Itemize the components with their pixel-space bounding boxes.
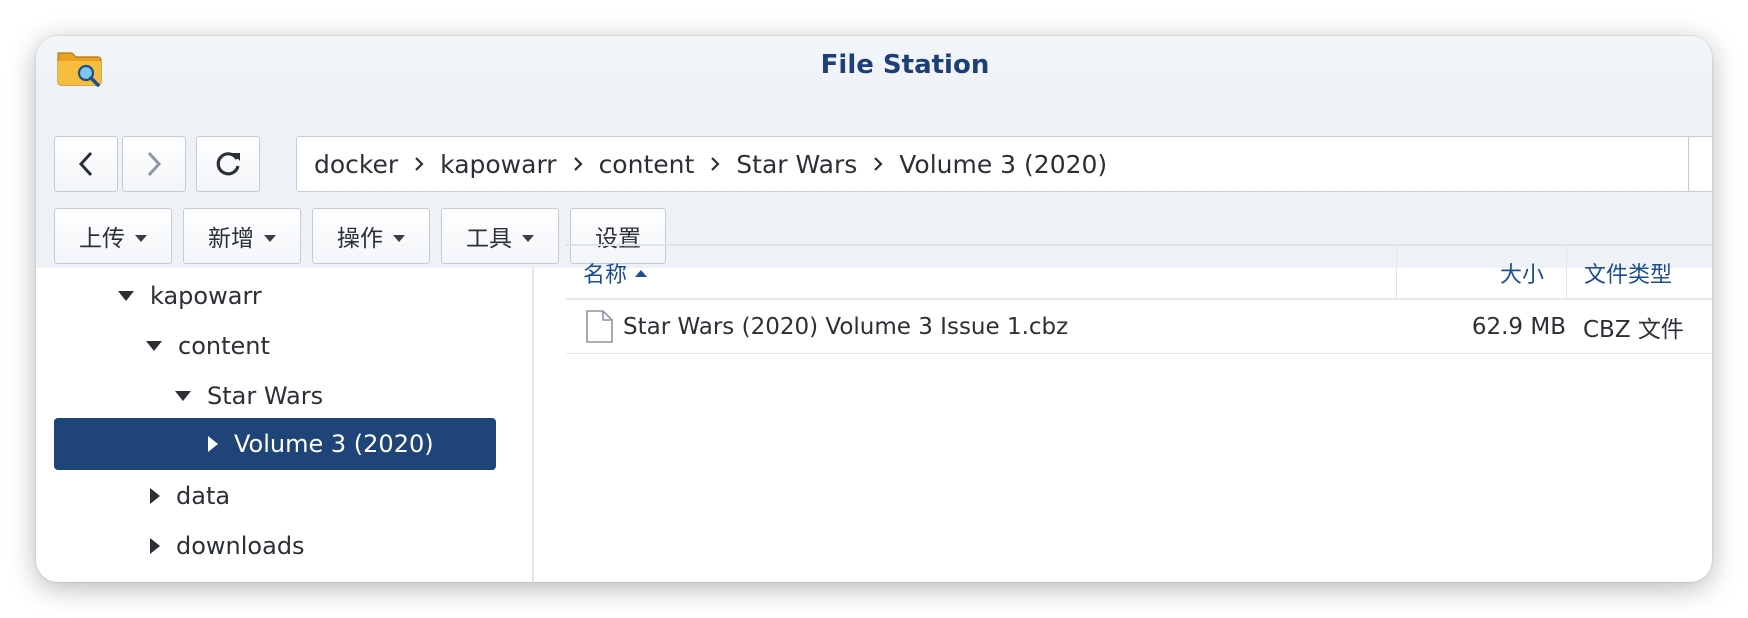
chevron-right-icon xyxy=(710,156,720,172)
tree-item-label: kapowarr xyxy=(150,282,262,310)
caret-down-icon xyxy=(393,234,405,242)
tree-item-label: downloads xyxy=(176,532,305,560)
expand-right-icon[interactable] xyxy=(150,488,160,504)
column-header-name-label: 名称 xyxy=(583,263,628,288)
action-button[interactable]: 操作 xyxy=(312,208,430,264)
refresh-icon xyxy=(216,152,240,176)
tree-item-data[interactable]: data xyxy=(54,468,496,524)
upload-label: 上传 xyxy=(79,226,125,252)
forward-button[interactable] xyxy=(122,136,186,192)
file-list-header: 名称 大小 文件类型 xyxy=(566,244,1712,300)
column-header-size[interactable]: 大小 xyxy=(1396,246,1566,300)
file-size: 62.9 MB xyxy=(1471,313,1566,340)
tree-item-label: Star Wars xyxy=(207,382,324,410)
tree-item-downloads[interactable]: downloads xyxy=(54,518,496,574)
file-name-cell: Star Wars (2020) Volume 3 Issue 1.cbz xyxy=(583,300,1068,353)
action-label: 操作 xyxy=(337,226,383,252)
tree-item-kapowarr[interactable]: kapowarr xyxy=(54,268,496,324)
caret-down-icon xyxy=(264,234,276,242)
file-list: 名称 大小 文件类型 Star Wars (2020) Volume 3 Iss… xyxy=(566,244,1712,582)
table-row[interactable]: Star Wars (2020) Volume 3 Issue 1.cbz 62… xyxy=(566,300,1712,354)
sort-ascending-icon xyxy=(635,269,648,277)
chevron-right-icon xyxy=(414,156,424,172)
expand-down-icon[interactable] xyxy=(175,391,191,401)
folder-tree: kapowarr content Star Wars Volume 3 (202… xyxy=(36,268,534,582)
file-icon xyxy=(586,309,613,343)
navigation-bar: docker kapowarr content Star Wars Volume… xyxy=(36,96,1712,200)
refresh-button[interactable] xyxy=(196,136,260,192)
column-header-size-label: 大小 xyxy=(1499,263,1544,288)
create-button[interactable]: 新增 xyxy=(183,208,301,264)
chevron-right-icon xyxy=(873,156,883,172)
upload-button[interactable]: 上传 xyxy=(54,208,172,264)
caret-down-icon xyxy=(135,234,147,242)
expand-down-icon[interactable] xyxy=(146,341,162,351)
expand-down-icon[interactable] xyxy=(118,291,134,301)
breadcrumb: docker kapowarr content Star Wars Volume… xyxy=(297,137,1107,191)
breadcrumb-item[interactable]: content xyxy=(599,150,695,179)
breadcrumb-item[interactable]: docker xyxy=(314,150,398,179)
tree-item-content[interactable]: content xyxy=(54,318,496,374)
breadcrumb-item[interactable]: Star Wars xyxy=(736,150,857,179)
tree-item-label: Volume 3 (2020) xyxy=(234,430,434,458)
breadcrumb-item-current[interactable]: Volume 3 (2020) xyxy=(899,150,1107,179)
chevron-right-icon xyxy=(147,151,162,177)
chevron-left-icon xyxy=(78,151,93,177)
column-header-type-label: 文件类型 xyxy=(1584,263,1673,288)
chevron-right-icon xyxy=(573,156,583,172)
search-button[interactable] xyxy=(1688,136,1712,192)
expand-right-icon[interactable] xyxy=(208,436,218,452)
tree-item-volume-3-2020[interactable]: Volume 3 (2020) xyxy=(54,418,496,470)
file-station-window: File Station docker kapowarr content Sta… xyxy=(36,36,1712,582)
window-title: File Station xyxy=(820,50,990,80)
column-header-type[interactable]: 文件类型 xyxy=(1566,246,1712,300)
title-bar: File Station xyxy=(36,36,1712,96)
breadcrumb-item[interactable]: kapowarr xyxy=(440,150,556,179)
path-bar[interactable]: docker kapowarr content Star Wars Volume… xyxy=(296,136,1708,192)
tree-item-label: data xyxy=(176,482,231,510)
column-header-name[interactable]: 名称 xyxy=(566,246,1396,300)
back-button[interactable] xyxy=(54,136,118,192)
tree-item-label: content xyxy=(178,332,270,360)
create-label: 新增 xyxy=(208,226,254,252)
file-type: CBZ 文件 xyxy=(1583,316,1684,343)
tools-button[interactable]: 工具 xyxy=(441,208,559,264)
caret-down-icon xyxy=(522,234,534,242)
tools-label: 工具 xyxy=(466,226,512,252)
tree-item-star-wars[interactable]: Star Wars xyxy=(54,368,496,424)
file-name: Star Wars (2020) Volume 3 Issue 1.cbz xyxy=(623,313,1069,340)
expand-right-icon[interactable] xyxy=(150,538,160,554)
